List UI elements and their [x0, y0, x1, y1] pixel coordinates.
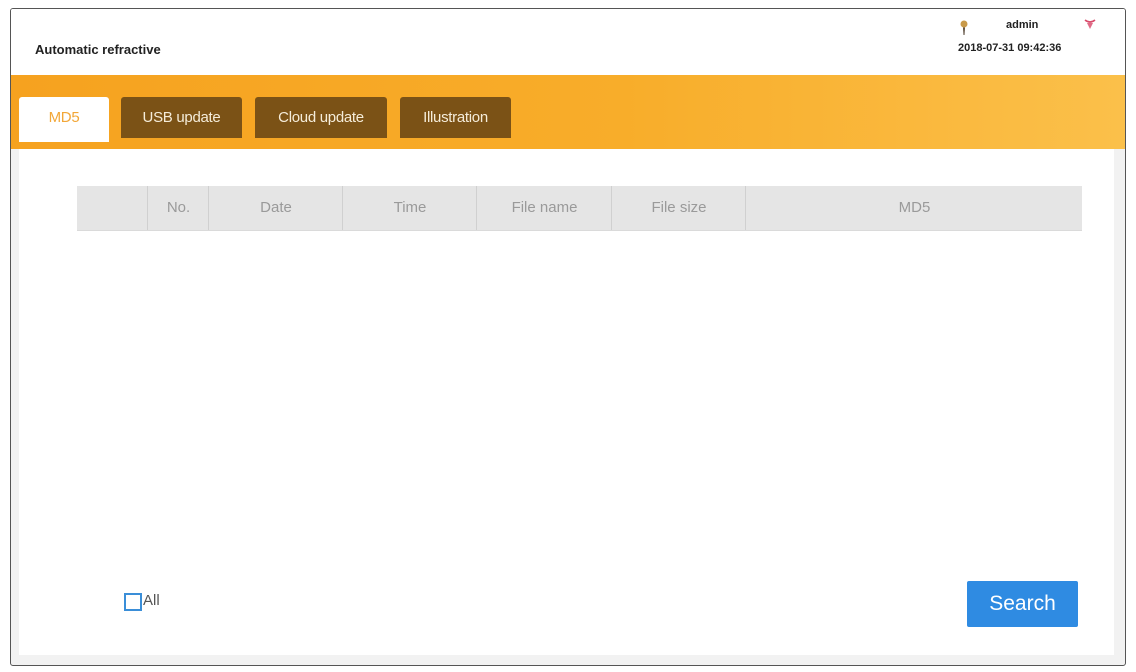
column-header-file-size: File size — [611, 186, 746, 230]
username: admin — [1006, 19, 1039, 31]
column-header-file-name: File name — [476, 186, 612, 230]
md5-table-header: No. Date Time File name File size MD5 — [77, 186, 1082, 231]
column-header-date: Date — [208, 186, 343, 230]
select-all-checkbox[interactable] — [124, 593, 142, 611]
search-button[interactable]: Search — [967, 581, 1078, 627]
app-window: Automatic refractive admin 2018-07-31 09… — [10, 8, 1126, 666]
tab-cloud-update[interactable]: Cloud update — [255, 97, 387, 138]
column-header-time: Time — [342, 186, 477, 230]
datetime: 2018-07-31 09:42:36 — [958, 42, 1062, 54]
tab-illustration[interactable]: Illustration — [400, 97, 511, 138]
tab-bar: MD5 USB update Cloud update Illustration — [11, 75, 1125, 149]
app-title: Automatic refractive — [35, 42, 161, 57]
select-all-label: All — [143, 592, 160, 609]
column-header-md5: MD5 — [745, 186, 1083, 230]
title-bar: Automatic refractive admin 2018-07-31 09… — [11, 9, 1125, 75]
tab-usb-update[interactable]: USB update — [121, 97, 242, 138]
column-header-no: No. — [147, 186, 209, 230]
column-header-select — [77, 186, 147, 230]
tab-md5[interactable]: MD5 — [19, 97, 109, 142]
logout-icon[interactable] — [1083, 18, 1097, 32]
user-icon — [957, 19, 971, 37]
content-panel: No. Date Time File name File size MD5 Al… — [19, 149, 1114, 655]
